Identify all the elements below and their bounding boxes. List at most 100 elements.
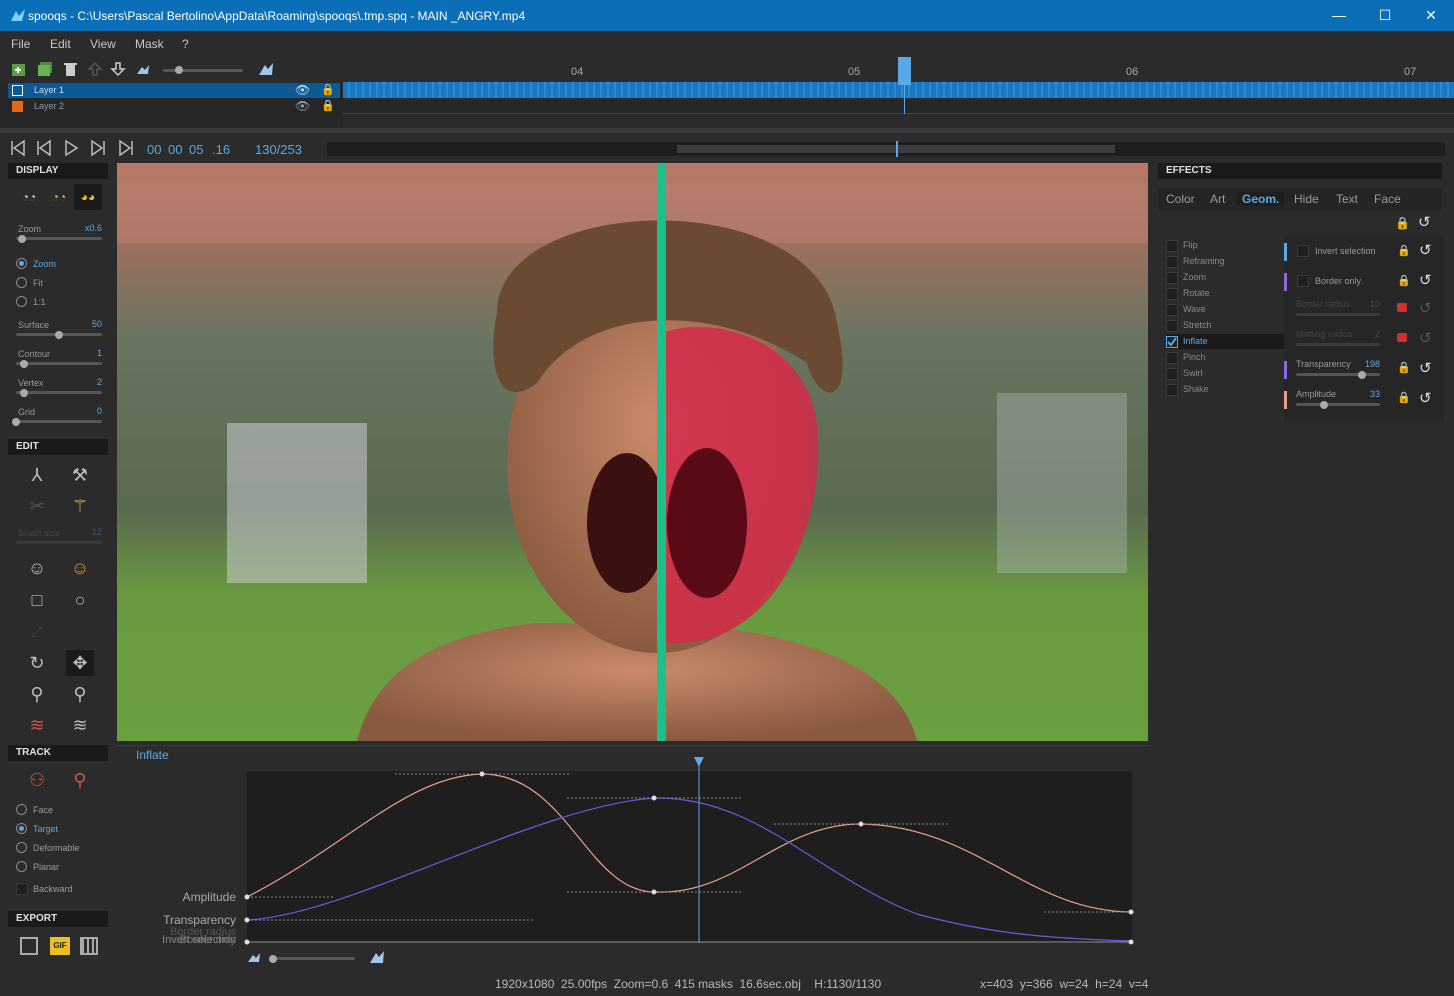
large-mountain-icon[interactable] bbox=[258, 61, 274, 77]
rotate-tool-icon[interactable]: ↻ bbox=[23, 650, 51, 676]
curve-playhead-marker[interactable] bbox=[694, 757, 704, 767]
video-viewport[interactable] bbox=[117, 163, 1148, 741]
lock-all-icon[interactable]: 🔒 bbox=[1395, 216, 1410, 230]
eye-icon[interactable]: 👁 bbox=[295, 83, 310, 97]
effect-rotate[interactable]: Rotate bbox=[1166, 286, 1284, 301]
amplitude-curve[interactable] bbox=[246, 773, 1132, 913]
reset-icon[interactable]: ↺ bbox=[1419, 359, 1432, 377]
scissors-tool-icon[interactable]: ✂ bbox=[23, 493, 51, 519]
reset-icon[interactable]: ↺ bbox=[1419, 299, 1432, 317]
grid-knob[interactable] bbox=[12, 418, 20, 426]
hammer-tool-icon[interactable]: ⚒ bbox=[66, 462, 94, 488]
export-image-icon[interactable] bbox=[20, 937, 38, 955]
lock-icon[interactable]: 🔒 bbox=[321, 83, 335, 96]
track-planar-radio[interactable] bbox=[16, 861, 27, 872]
effect-checkbox[interactable] bbox=[1166, 240, 1178, 252]
face-tool-icon[interactable]: ☺ bbox=[23, 555, 51, 581]
amplitude-slider[interactable] bbox=[1296, 403, 1380, 406]
menu-help[interactable]: ? bbox=[182, 37, 189, 51]
small-mountain-icon[interactable] bbox=[247, 951, 261, 963]
effect-checkbox-checked[interactable] bbox=[1166, 336, 1178, 348]
grid-slider[interactable] bbox=[16, 420, 102, 423]
layer2-track[interactable] bbox=[343, 100, 1454, 114]
border-only-checkbox[interactable] bbox=[1297, 275, 1309, 287]
border-radius-slider[interactable] bbox=[1296, 313, 1380, 316]
large-mountain-icon[interactable] bbox=[369, 950, 385, 964]
lock-icon[interactable]: 🔒 bbox=[1397, 361, 1411, 374]
minimize-button[interactable]: — bbox=[1316, 0, 1362, 31]
timeline[interactable]: 04 05 06 07 bbox=[343, 57, 1454, 127]
backward-checkbox[interactable] bbox=[16, 883, 28, 895]
effect-inflate[interactable]: Inflate bbox=[1166, 334, 1284, 349]
playhead-handle[interactable] bbox=[898, 57, 911, 85]
menu-edit[interactable]: Edit bbox=[50, 37, 71, 51]
reset-icon[interactable]: ↺ bbox=[1419, 241, 1432, 259]
contour-knob[interactable] bbox=[20, 360, 28, 368]
contour-slider[interactable] bbox=[16, 362, 102, 365]
track-face-radio[interactable] bbox=[16, 804, 27, 815]
scrub-position[interactable] bbox=[896, 141, 898, 157]
lock-icon[interactable] bbox=[1397, 333, 1407, 342]
one-to-one-radio[interactable] bbox=[16, 296, 27, 307]
effect-zoom[interactable]: Zoom bbox=[1166, 270, 1284, 285]
polygon-tool-icon[interactable]: ⅄ bbox=[23, 462, 51, 488]
transparency-knob[interactable] bbox=[1358, 371, 1366, 379]
pin-large-icon[interactable]: ⚲ bbox=[23, 681, 51, 707]
duplicate-layer-icon[interactable] bbox=[37, 61, 53, 77]
curve-graph[interactable] bbox=[117, 746, 1148, 968]
prev-frame-icon[interactable] bbox=[35, 139, 53, 157]
effect-checkbox[interactable] bbox=[1166, 272, 1178, 284]
lock-icon[interactable]: 🔒 bbox=[321, 99, 335, 112]
effect-checkbox[interactable] bbox=[1166, 352, 1178, 364]
export-gif-icon[interactable]: GIF bbox=[50, 937, 70, 955]
track-single-point-icon[interactable]: ⚲ bbox=[66, 767, 94, 793]
effect-checkbox[interactable] bbox=[1166, 320, 1178, 332]
rectangle-tool-icon[interactable]: □ bbox=[23, 587, 51, 613]
close-button[interactable]: ✕ bbox=[1408, 0, 1454, 31]
delete-layer-icon[interactable] bbox=[62, 61, 78, 77]
curve-zoom-knob[interactable] bbox=[269, 955, 277, 963]
amplitude-knob[interactable] bbox=[1320, 401, 1328, 409]
move-tool-icon[interactable]: ✥ bbox=[66, 650, 94, 676]
export-video-icon[interactable] bbox=[80, 937, 98, 955]
menu-file[interactable]: File bbox=[11, 37, 30, 51]
add-layer-icon[interactable] bbox=[11, 61, 27, 77]
reset-all-icon[interactable]: ↺ bbox=[1418, 213, 1431, 231]
tab-face[interactable]: Face bbox=[1374, 192, 1401, 206]
feather-in-icon[interactable]: ≋ bbox=[23, 712, 51, 738]
vertex-slider[interactable] bbox=[16, 391, 102, 394]
move-up-icon[interactable] bbox=[87, 61, 103, 77]
zoom-radio[interactable] bbox=[16, 258, 27, 269]
small-mountain-icon[interactable] bbox=[135, 61, 151, 77]
effect-shake[interactable]: Shake bbox=[1166, 382, 1284, 397]
menu-mask[interactable]: Mask bbox=[135, 37, 164, 51]
zoom-knob[interactable] bbox=[18, 235, 26, 243]
move-down-icon[interactable] bbox=[110, 61, 126, 77]
maximize-button[interactable]: ☐ bbox=[1362, 0, 1408, 31]
mask-display-filled-icon[interactable]: ◕◕ bbox=[74, 184, 102, 210]
effect-swirl[interactable]: Swirl bbox=[1166, 366, 1284, 381]
splitter[interactable] bbox=[0, 128, 1454, 133]
play-icon[interactable] bbox=[62, 139, 80, 157]
reset-icon[interactable]: ↺ bbox=[1419, 271, 1432, 289]
track-multi-points-icon[interactable]: ⚇ bbox=[23, 767, 51, 793]
vertex-knob[interactable] bbox=[20, 389, 28, 397]
mask-display-partial-icon[interactable]: ◔◔ bbox=[45, 184, 73, 210]
lock-icon[interactable]: 🔒 bbox=[1397, 391, 1411, 404]
fit-radio[interactable] bbox=[16, 277, 27, 288]
track-target-radio[interactable] bbox=[16, 823, 27, 834]
tab-color[interactable]: Color bbox=[1166, 192, 1195, 206]
tab-hide[interactable]: Hide bbox=[1294, 192, 1319, 206]
zoom-slider[interactable] bbox=[16, 237, 102, 240]
matting-radius-slider[interactable] bbox=[1296, 343, 1380, 346]
layer-row[interactable]: Layer 2 👁 🔒 bbox=[8, 99, 340, 114]
magic-wand-icon[interactable]: ⚚ bbox=[66, 493, 94, 519]
effect-pinch[interactable]: Pinch bbox=[1166, 350, 1284, 365]
face-selected-tool-icon[interactable]: ☺ bbox=[66, 555, 94, 581]
feather-out-icon[interactable]: ≋ bbox=[66, 712, 94, 738]
invert-selection-checkbox[interactable] bbox=[1297, 245, 1309, 257]
tab-art[interactable]: Art bbox=[1210, 192, 1225, 206]
lock-icon[interactable] bbox=[1397, 303, 1407, 312]
keyframe-points[interactable] bbox=[244, 771, 1134, 945]
tab-text[interactable]: Text bbox=[1336, 192, 1358, 206]
